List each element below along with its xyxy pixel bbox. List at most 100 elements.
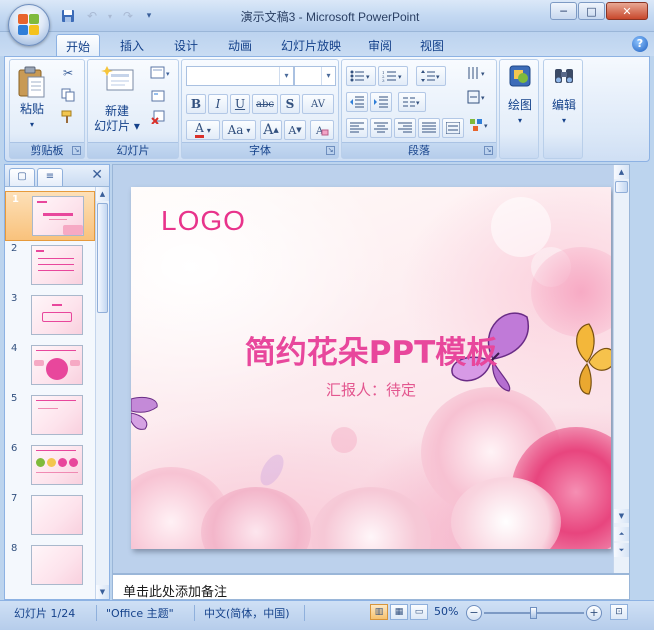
slide-indicator: 幻灯片 1/24 bbox=[14, 607, 76, 620]
tab-view[interactable]: 视图 bbox=[410, 34, 454, 56]
clipboard-group: 粘贴 ▾ ✂ 剪贴板 ↘ bbox=[9, 59, 85, 159]
window-title: 演示文稿3 - Microsoft PowerPoint bbox=[240, 10, 420, 24]
font-launcher-icon[interactable]: ↘ bbox=[326, 146, 335, 155]
strikethrough-button[interactable]: abc bbox=[252, 94, 278, 114]
help-icon[interactable]: ? bbox=[632, 36, 648, 52]
office-button[interactable] bbox=[8, 4, 50, 46]
scroll-up-icon[interactable]: ▲ bbox=[614, 165, 629, 179]
new-slide-icon bbox=[101, 64, 134, 96]
scroll-down-icon[interactable]: ▼ bbox=[614, 509, 629, 523]
justify-icon[interactable] bbox=[418, 118, 440, 138]
italic-button[interactable]: I bbox=[208, 94, 228, 114]
change-case-button[interactable]: Aa ▾ bbox=[222, 120, 256, 140]
grow-font-button[interactable]: A ▲ bbox=[260, 120, 282, 140]
undo-dropdown-icon[interactable]: ▾ bbox=[106, 7, 114, 25]
slide-preview bbox=[32, 196, 84, 236]
scroll-down-icon[interactable]: ▼ bbox=[96, 585, 109, 599]
slide-number: 1 bbox=[12, 194, 19, 205]
thumbnails-scrollbar[interactable]: ▲ ▼ bbox=[95, 187, 109, 599]
undo-icon[interactable]: ↶ bbox=[82, 7, 102, 25]
slide-thumbnail-2[interactable]: 2 bbox=[5, 241, 95, 291]
tab-insert[interactable]: 插入 bbox=[110, 34, 154, 56]
close-button[interactable]: ✕ bbox=[606, 2, 648, 20]
scroll-thumb[interactable] bbox=[615, 181, 628, 193]
smartart-icon[interactable]: ▾ bbox=[466, 116, 494, 134]
align-left-icon[interactable] bbox=[346, 118, 368, 138]
reset-slide-icon[interactable] bbox=[148, 86, 168, 104]
slide-thumbnail-1[interactable]: 1 bbox=[5, 191, 95, 241]
layout-icon[interactable]: ▾ bbox=[148, 64, 174, 82]
slide-preview bbox=[31, 395, 83, 435]
distributed-icon[interactable] bbox=[442, 118, 464, 138]
decrease-indent-icon[interactable] bbox=[346, 92, 368, 112]
format-painter-icon[interactable] bbox=[58, 108, 78, 126]
bullets-icon[interactable]: ▾ bbox=[346, 66, 376, 86]
close-icon[interactable]: ✕ bbox=[91, 167, 103, 183]
line-spacing-icon[interactable]: ▾ bbox=[416, 66, 446, 86]
numbering-icon[interactable]: 1 2 3 ▾ bbox=[378, 66, 408, 86]
font-size-combo[interactable]: ▾ bbox=[294, 66, 336, 86]
fit-to-window-icon[interactable]: ⊡ bbox=[610, 604, 628, 620]
tab-design[interactable]: 设计 bbox=[164, 34, 208, 56]
font-color-button[interactable]: A ▾ bbox=[186, 120, 220, 140]
underline-button[interactable]: U bbox=[230, 94, 250, 114]
slide-subtitle[interactable]: 汇报人：待定 bbox=[131, 379, 611, 400]
columns-icon[interactable]: ▾ bbox=[398, 92, 426, 112]
slide-thumbnail-6[interactable]: 6 bbox=[5, 441, 95, 491]
increase-indent-icon[interactable] bbox=[370, 92, 392, 112]
next-slide-icon[interactable]: ⏷ bbox=[614, 543, 629, 557]
current-slide[interactable]: LOGO 简约花朵PPT模板 汇报人：待定 bbox=[131, 187, 611, 549]
tab-review[interactable]: 审阅 bbox=[358, 34, 402, 56]
slide-logo[interactable]: LOGO bbox=[161, 205, 246, 237]
slide-thumbnail-5[interactable]: 5 bbox=[5, 391, 95, 441]
clipboard-launcher-icon[interactable]: ↘ bbox=[72, 146, 81, 155]
tab-slide-show[interactable]: 幻灯片放映 bbox=[274, 34, 348, 56]
new-slide-button[interactable]: 新建 幻灯片 ▾ bbox=[92, 64, 142, 134]
zoom-slider-thumb[interactable] bbox=[530, 607, 537, 619]
zoom-out-icon[interactable]: − bbox=[466, 605, 482, 621]
minimize-button[interactable]: ─ bbox=[550, 2, 577, 20]
clear-formatting-icon[interactable]: A bbox=[310, 120, 334, 140]
text-direction-icon[interactable]: ▾ bbox=[462, 64, 492, 82]
slide-thumbnail-7[interactable]: 7 bbox=[5, 491, 95, 541]
align-center-icon[interactable] bbox=[370, 118, 392, 138]
slides-tab-icon[interactable]: ▢ bbox=[9, 168, 35, 186]
redo-icon[interactable]: ↷ bbox=[118, 7, 138, 25]
slide-show-view-icon[interactable]: ▭ bbox=[410, 604, 428, 620]
slide-thumbnail-8[interactable]: 8 bbox=[5, 541, 95, 591]
slide-thumbnail-4[interactable]: 4 bbox=[5, 341, 95, 391]
paragraph-launcher-icon[interactable]: ↘ bbox=[484, 146, 493, 155]
maximize-button[interactable]: □ bbox=[578, 2, 605, 20]
copy-icon[interactable] bbox=[58, 86, 78, 104]
customize-icon[interactable]: ▾ bbox=[142, 7, 156, 25]
notes-pane[interactable]: 单击此处添加备注 bbox=[112, 574, 630, 600]
delete-slide-icon[interactable] bbox=[148, 108, 168, 126]
align-right-icon[interactable] bbox=[394, 118, 416, 138]
tab-home[interactable]: 开始 bbox=[56, 34, 100, 56]
zoom-in-icon[interactable]: + bbox=[586, 605, 602, 621]
font-name-combo[interactable]: ▾ bbox=[186, 66, 294, 86]
editing-button[interactable]: 编辑 ▾ bbox=[546, 64, 582, 128]
char-spacing-button[interactable]: AV bbox=[302, 94, 334, 114]
previous-slide-icon[interactable]: ⏶ bbox=[614, 527, 629, 541]
cut-icon[interactable]: ✂ bbox=[58, 64, 78, 82]
paragraph-group: ▾ 1 2 3 ▾ ▾ ▾ ▾ ▾ ▾ 段落 ↘ bbox=[341, 59, 497, 159]
slide-number: 4 bbox=[11, 343, 18, 354]
text-shadow-button[interactable]: S bbox=[280, 94, 300, 114]
drawing-button[interactable]: 绘图 ▾ bbox=[502, 64, 538, 128]
shrink-font-button[interactable]: A ▼ bbox=[284, 120, 306, 140]
slide-sorter-view-icon[interactable]: ▦ bbox=[390, 604, 408, 620]
slide-title[interactable]: 简约花朵PPT模板 bbox=[131, 327, 611, 372]
zoom-level[interactable]: 50% bbox=[434, 605, 458, 618]
slide-scrollbar[interactable]: ▲ ▼ ⏶ ⏷ bbox=[613, 165, 629, 573]
normal-view-icon[interactable]: ▥ bbox=[370, 604, 388, 620]
align-text-icon[interactable]: ▾ bbox=[462, 88, 492, 106]
save-icon[interactable] bbox=[58, 7, 78, 25]
scroll-up-icon[interactable]: ▲ bbox=[96, 187, 109, 201]
bold-button[interactable]: B bbox=[186, 94, 206, 114]
tab-animations[interactable]: 动画 bbox=[218, 34, 262, 56]
scroll-thumb[interactable] bbox=[97, 203, 108, 313]
paste-button[interactable]: 粘贴 ▾ bbox=[14, 64, 50, 132]
outline-tab-icon[interactable]: ≡ bbox=[37, 168, 63, 186]
slide-thumbnail-3[interactable]: 3 bbox=[5, 291, 95, 341]
